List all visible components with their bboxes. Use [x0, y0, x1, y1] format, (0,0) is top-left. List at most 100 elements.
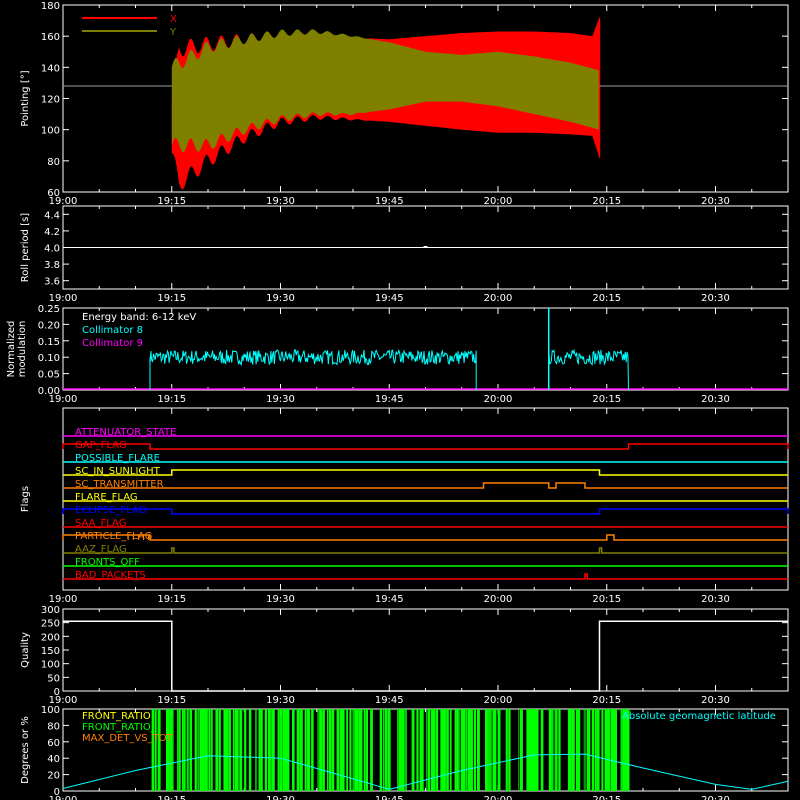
y-tick-label: 0.10 — [38, 353, 60, 364]
front-ratio-bar — [209, 709, 211, 791]
flag-label: POSSIBLE_FLARE — [75, 453, 160, 464]
front-ratio-bar — [470, 709, 473, 791]
y-tick-label: 150 — [41, 646, 60, 657]
front-ratio-bar — [558, 709, 561, 791]
front-ratio-bar — [454, 709, 457, 791]
legend-label: Collimator 8 — [82, 325, 143, 336]
x-tick-label: 20:00 — [484, 795, 513, 800]
front-ratio-bar — [360, 709, 363, 791]
x-tick-label: 20:15 — [592, 695, 621, 706]
front-ratio-bar — [156, 709, 158, 791]
x-tick-label: 19:30 — [266, 196, 295, 207]
front-ratio-bar — [331, 709, 335, 791]
x-tick-label: 19:30 — [266, 293, 295, 304]
y-axis-label: Pointing [°] — [20, 70, 31, 126]
front-ratio-bar — [343, 709, 345, 791]
x-tick-label: 20:30 — [701, 394, 730, 405]
flag-label: PARTICLE_FLAG — [75, 531, 152, 542]
x-tick-label: 20:00 — [484, 293, 513, 304]
front-ratio-bar — [330, 709, 332, 791]
y-tick-label: 0.20 — [38, 320, 60, 331]
front-ratio-bar — [432, 709, 436, 791]
front-ratio-bar — [287, 709, 290, 791]
x-tick-label: 19:15 — [157, 394, 186, 405]
y-tick-label: 4.4 — [44, 210, 60, 221]
front-ratio-bar — [202, 709, 205, 791]
front-ratio-bar — [598, 709, 600, 791]
front-ratio-bar — [601, 709, 604, 791]
x-tick-label: 19:45 — [375, 293, 404, 304]
front-ratio-bar — [158, 709, 161, 791]
front-ratio-bar — [183, 709, 186, 791]
front-ratio-bar — [505, 709, 508, 791]
front-ratio-bar — [170, 709, 173, 791]
front-ratio-bar — [197, 709, 199, 791]
x-tick-label: 20:00 — [484, 196, 513, 207]
front-ratio-bar — [402, 709, 405, 791]
front-ratio-bar — [588, 709, 591, 791]
x-tick-label: 20:15 — [592, 196, 621, 207]
front-ratio-bar — [177, 709, 179, 791]
front-ratio-bar — [579, 709, 580, 791]
y-tick-label: 180 — [41, 1, 60, 12]
y-tick-label: 4.2 — [44, 227, 60, 238]
y-tick-label: 140 — [41, 63, 60, 74]
front-ratio-bar — [196, 709, 198, 791]
front-ratio-bar — [465, 709, 467, 791]
flag-label: AAZ_FLAG — [75, 544, 127, 555]
front-ratio-bar — [551, 709, 553, 791]
y-tick-label: 3.8 — [44, 260, 60, 271]
front-ratio-bar — [280, 709, 283, 791]
front-ratio-bar — [569, 709, 572, 791]
y-axis-label: Roll period [s] — [20, 213, 31, 282]
front-ratio-bar — [271, 709, 273, 791]
y-tick-label: 0 — [54, 687, 60, 698]
y-tick-label: 160 — [41, 32, 60, 43]
y-axis-label: Flags — [20, 486, 31, 512]
front-ratio-bar — [411, 709, 415, 791]
flag-label: FLARE_FLAG — [75, 492, 138, 503]
front-ratio-bar — [363, 709, 365, 791]
y-tick-label: 80 — [47, 157, 60, 168]
flag-label: ATTENUATOR_STATE — [75, 427, 176, 438]
y-tick-label: 100 — [41, 126, 60, 137]
front-ratio-bar — [194, 709, 197, 791]
front-ratio-bar — [172, 709, 174, 791]
x-tick-label: 20:00 — [484, 594, 513, 605]
x-tick-label: 20:00 — [484, 695, 513, 706]
y-tick-label: 250 — [41, 619, 60, 630]
front-ratio-bar — [540, 709, 544, 791]
x-tick-label: 19:45 — [375, 196, 404, 207]
front-ratio-bar — [370, 709, 373, 791]
front-ratio-bar — [366, 709, 368, 791]
front-ratio-bar — [181, 709, 184, 791]
y-tick-label: 0.15 — [38, 337, 60, 348]
x-tick-label: 19:15 — [157, 196, 186, 207]
front-ratio-bar — [462, 709, 466, 791]
front-ratio-bar — [488, 709, 490, 791]
y-tick-label: 3.6 — [44, 277, 60, 288]
front-ratio-bar — [425, 709, 427, 791]
front-ratio-bar — [532, 709, 535, 791]
y-tick-label: 60 — [47, 188, 60, 199]
front-ratio-bar — [336, 709, 340, 791]
x-tick-label: 19:15 — [157, 594, 186, 605]
legend-label: Y — [169, 27, 177, 38]
front-ratio-bar — [459, 709, 461, 791]
front-ratio-bar — [556, 709, 558, 791]
front-ratio-bar — [585, 709, 587, 791]
flag-label: SC_TRANSMITTER — [75, 479, 164, 490]
front-ratio-bar — [457, 709, 459, 791]
flag-label: SC_IN_SUNLIGHT — [75, 466, 161, 477]
front-ratio-bar — [469, 709, 471, 791]
front-ratio-bar — [382, 709, 384, 791]
front-ratio-bar — [228, 709, 231, 791]
front-ratio-bar — [435, 709, 439, 791]
front-ratio-bar — [381, 709, 383, 791]
y-tick-label: 4.0 — [44, 244, 60, 255]
legend-label: FRONT_RATIO — [82, 711, 151, 722]
x-tick-label: 20:15 — [592, 795, 621, 800]
legend-label: FRONT_RATIO_ — [82, 722, 157, 733]
y-tick-label: 40 — [47, 754, 60, 765]
front-ratio-bar — [232, 709, 235, 791]
